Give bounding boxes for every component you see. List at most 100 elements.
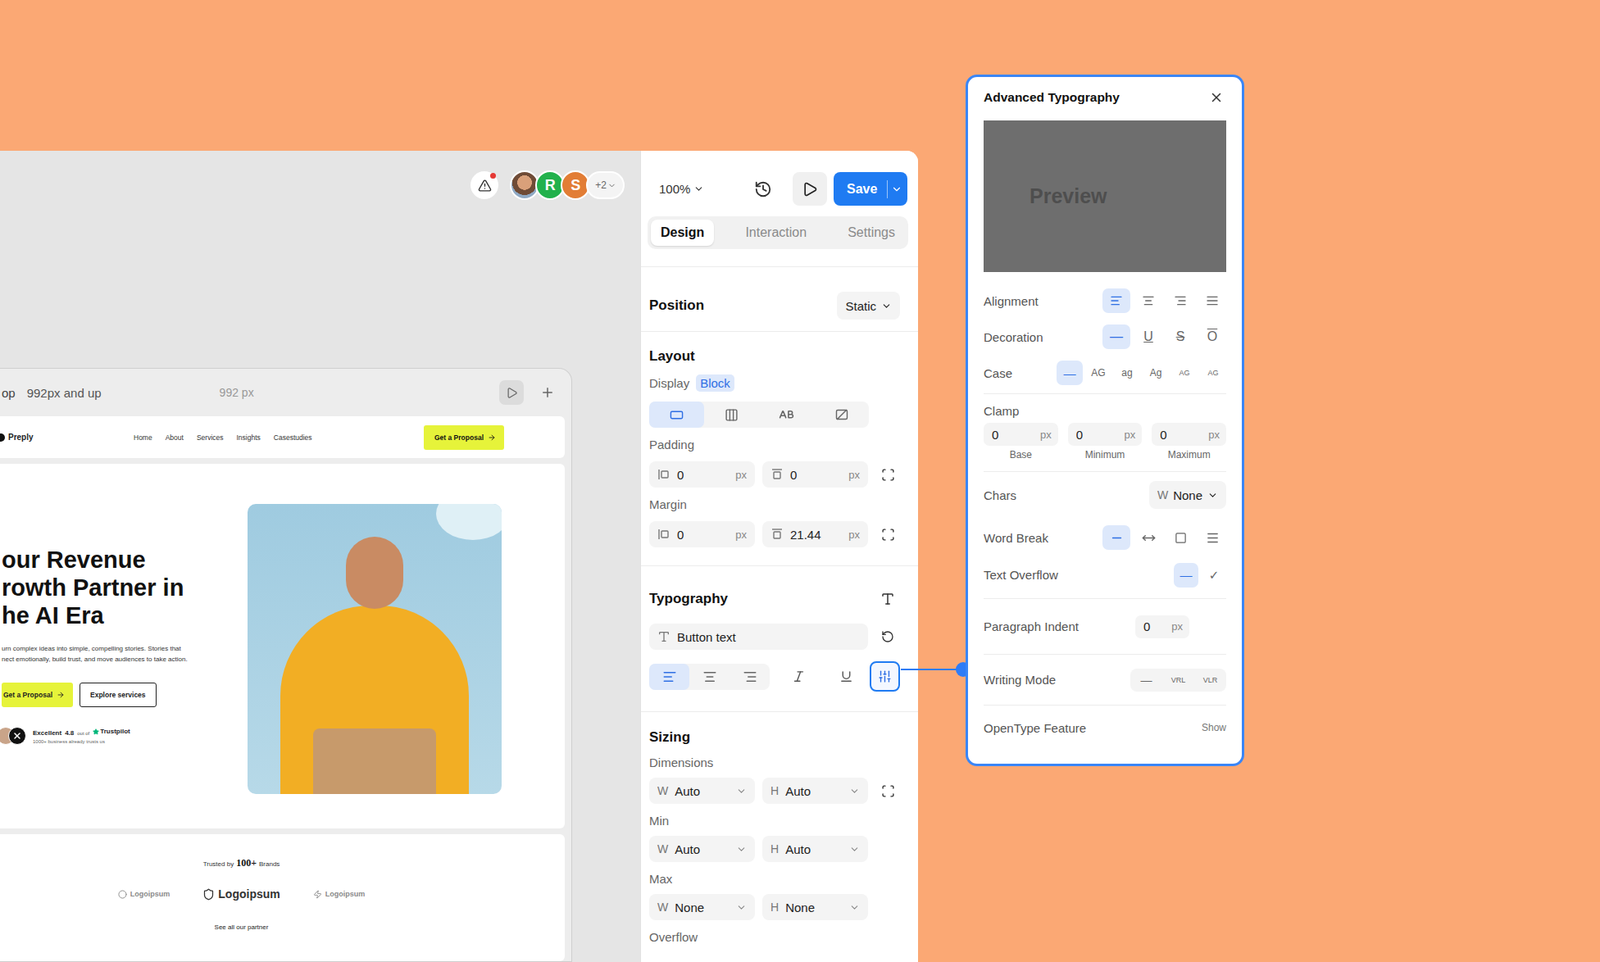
word-break-option[interactable] [1198, 525, 1227, 550]
section-title: Typography [649, 590, 728, 608]
word-break-option[interactable] [1102, 525, 1131, 550]
case-option[interactable]: — [1056, 360, 1083, 386]
clamp-input[interactable]: 0px [983, 422, 1059, 446]
text-align-option[interactable] [689, 663, 730, 691]
partners-link[interactable]: See all our partner [214, 923, 269, 932]
hero-secondary-button[interactable]: Explore services [79, 682, 157, 708]
position-section: PositionStatic [640, 267, 919, 332]
nav-links: Home About Services Insights Casestudies [133, 433, 313, 442]
text-align-option[interactable] [729, 663, 770, 691]
sizing-input[interactable]: WNone [649, 894, 755, 921]
close-icon [1209, 90, 1224, 105]
paragraph-indent-row: Paragraph Indent0px [983, 599, 1227, 655]
padding-input[interactable]: 0px [649, 461, 755, 488]
margin-expand-button[interactable] [875, 521, 900, 548]
expand-sides-icon [881, 468, 896, 482]
brand-mark-icon [313, 890, 323, 900]
trustpilot-logo: Trustpilot [92, 727, 130, 736]
writing-mode-option[interactable]: — [1130, 668, 1163, 692]
paragraph-indent-input[interactable]: 0px [1135, 615, 1190, 639]
position-select[interactable]: Static [836, 291, 900, 320]
advanced-typography-button[interactable] [869, 661, 900, 692]
decoration-option[interactable]: — [1102, 324, 1131, 350]
section-title: Sizing [649, 729, 900, 746]
word-break-option[interactable] [1134, 525, 1163, 550]
sizing-input[interactable]: HAuto [762, 836, 869, 863]
text-overflow-option[interactable]: — [1173, 563, 1199, 588]
decoration-option[interactable]: U [1134, 324, 1163, 350]
alert-button[interactable] [470, 171, 499, 200]
zoom-select[interactable]: 100% [659, 181, 705, 196]
nav-link[interactable]: Home [133, 433, 153, 442]
italic-button[interactable] [783, 663, 814, 691]
nav-link[interactable]: Services [196, 433, 224, 442]
brand-logo: Logoipsum [313, 890, 366, 900]
clamp-input[interactable]: 0px [1151, 422, 1227, 446]
alignment-option[interactable] [1198, 288, 1227, 314]
panel-tab[interactable]: Settings [837, 219, 905, 246]
case-option[interactable]: AG [1171, 360, 1198, 386]
case-option[interactable]: ag [1113, 360, 1141, 386]
sizing-input[interactable]: WAuto [649, 836, 755, 863]
case-option[interactable]: AG [1200, 360, 1227, 386]
nav-link[interactable]: About [165, 433, 184, 442]
padding-input[interactable]: 0px [762, 461, 869, 488]
case-option[interactable]: Ag [1142, 360, 1169, 386]
logo-mark-icon [0, 433, 5, 442]
padding-expand-button[interactable] [875, 461, 900, 488]
case-option[interactable]: AG [1085, 360, 1112, 386]
panel-tab[interactable]: Design [650, 219, 714, 246]
writing-mode-option[interactable]: VRL [1162, 668, 1195, 692]
aspect-ratio-button[interactable] [875, 777, 900, 805]
clamp-input[interactable]: 0px [1068, 422, 1143, 446]
chars-select[interactable]: WNone [1149, 481, 1227, 510]
close-button[interactable] [1206, 87, 1227, 108]
add-breakpoint-button[interactable] [535, 380, 560, 405]
chevron-down-icon [736, 786, 747, 797]
case-options: —AGagAgAGAG [1056, 360, 1227, 386]
detach-style-button[interactable] [875, 623, 900, 650]
sizing-input[interactable]: HNone [762, 894, 869, 921]
case-row: Case—AGagAgAGAG [983, 354, 1227, 391]
sizing-input[interactable]: HAuto [762, 777, 869, 805]
hero-primary-button[interactable]: Get a Proposal [1, 682, 73, 708]
italic-icon [791, 669, 806, 684]
panel-tab[interactable]: Interaction [735, 219, 817, 246]
typography-add-button[interactable] [875, 586, 900, 613]
display-option[interactable] [759, 401, 814, 428]
margin-input[interactable]: 21.44px [762, 521, 869, 548]
text-overflow-option[interactable]: ✓ [1201, 563, 1227, 588]
nav-link[interactable]: Insights [236, 433, 261, 442]
history-button[interactable] [751, 177, 775, 201]
opentype-show-button[interactable]: Show [1201, 722, 1227, 734]
writing-mode-option[interactable]: VLR [1194, 668, 1227, 692]
detach-icon [881, 630, 895, 644]
underline-button[interactable] [831, 663, 861, 691]
save-button[interactable]: Save [833, 172, 908, 206]
panel-toolbar: 100% Save [647, 172, 909, 206]
chevron-down-icon [881, 300, 892, 312]
decoration-options: —USO [1102, 324, 1227, 350]
nav-link[interactable]: Casestudies [273, 433, 313, 442]
alignment-option[interactable] [1102, 288, 1131, 314]
preview-button[interactable] [499, 380, 524, 405]
more-collaborators[interactable]: +2 [586, 171, 625, 200]
decoration-option[interactable]: O [1198, 324, 1227, 350]
display-value: Block [695, 374, 735, 392]
nav-cta-button[interactable]: Get a Proposal [423, 425, 505, 450]
text-overflow-row: Text Overflow—✓ [983, 557, 1227, 600]
margin-input[interactable]: 0px [649, 521, 755, 548]
text-align-option[interactable] [649, 663, 690, 691]
text-style-select[interactable]: Button text [649, 623, 869, 650]
preview-button[interactable] [792, 172, 828, 206]
display-option[interactable] [704, 401, 760, 428]
display-option[interactable] [649, 401, 705, 428]
decoration-option[interactable]: S [1166, 324, 1195, 350]
display-none-icon [834, 407, 850, 423]
alignment-option[interactable] [1134, 288, 1163, 314]
display-option[interactable] [813, 401, 869, 428]
alignment-option[interactable] [1166, 288, 1195, 314]
section-title: Layout [649, 348, 900, 365]
word-break-option[interactable] [1166, 525, 1195, 550]
sizing-input[interactable]: WAuto [649, 777, 755, 805]
